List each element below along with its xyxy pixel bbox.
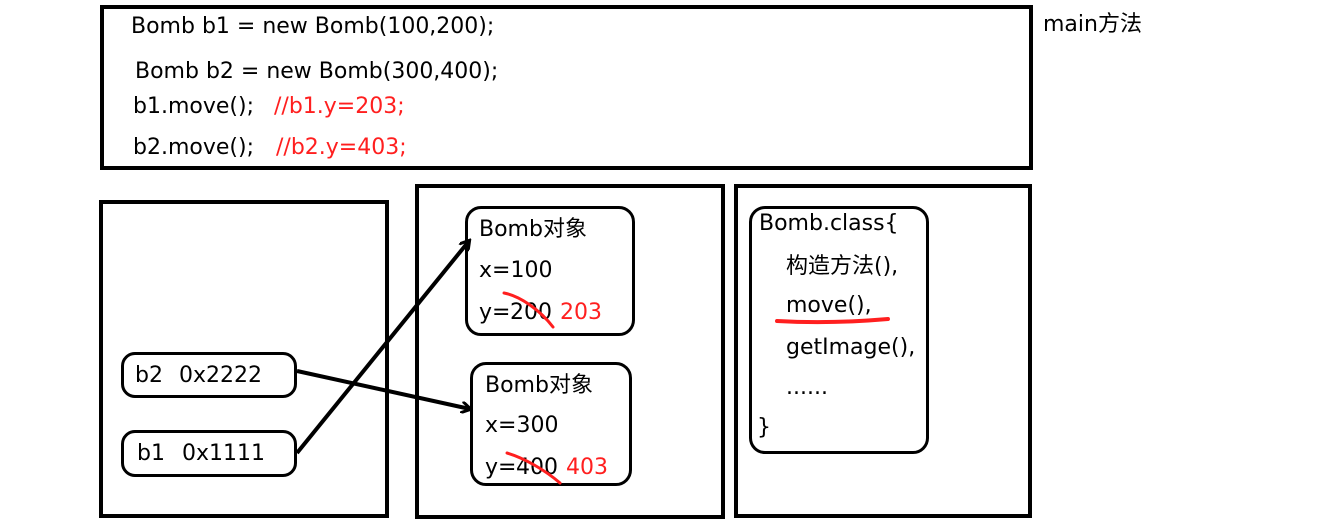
bomb-class-constructor: 构造方法(),	[786, 254, 899, 279]
code-comment-3: //b1.y=203;	[274, 94, 405, 119]
bomb-object-1-y-prefix: y=	[479, 300, 511, 325]
code-line-1: Bomb b1 = new Bomb(100,200);	[131, 14, 495, 39]
code-comment-4: //b2.y=403;	[276, 135, 407, 160]
main-method-label: main方法	[1043, 12, 1142, 37]
bomb-object-1-x: x=100	[479, 258, 553, 283]
bomb-class-getimage: getImage(),	[786, 335, 916, 360]
bomb-class-ellipsis: ......	[786, 375, 828, 400]
bomb-object-2-y-old: 400	[516, 455, 558, 480]
stack-var-b2-address: 0x2222	[179, 363, 263, 388]
code-line-2: Bomb b2 = new Bomb(300,400);	[135, 59, 499, 84]
bomb-object-2-title: Bomb对象	[485, 373, 593, 398]
bomb-object-1-y-old: 200	[510, 300, 552, 325]
stack-var-b2-name: b2	[135, 363, 163, 388]
bomb-class-header: Bomb.class{	[759, 211, 899, 236]
stack-var-b1-name: b1	[137, 441, 165, 466]
code-line-4: b2.move();	[133, 135, 254, 160]
bomb-object-1-title: Bomb对象	[479, 217, 587, 242]
bomb-class-box	[749, 206, 929, 454]
bomb-class-move: move(),	[786, 293, 872, 318]
bomb-object-2-y-prefix: y=	[485, 455, 517, 480]
bomb-class-footer: }	[757, 415, 771, 440]
bomb-object-2-x: x=300	[485, 413, 559, 438]
stack-var-b1-address: 0x1111	[182, 441, 266, 466]
code-line-3: b1.move();	[133, 94, 254, 119]
bomb-object-1-y-new: 203	[560, 300, 602, 325]
bomb-object-2-y-new: 403	[566, 455, 608, 480]
